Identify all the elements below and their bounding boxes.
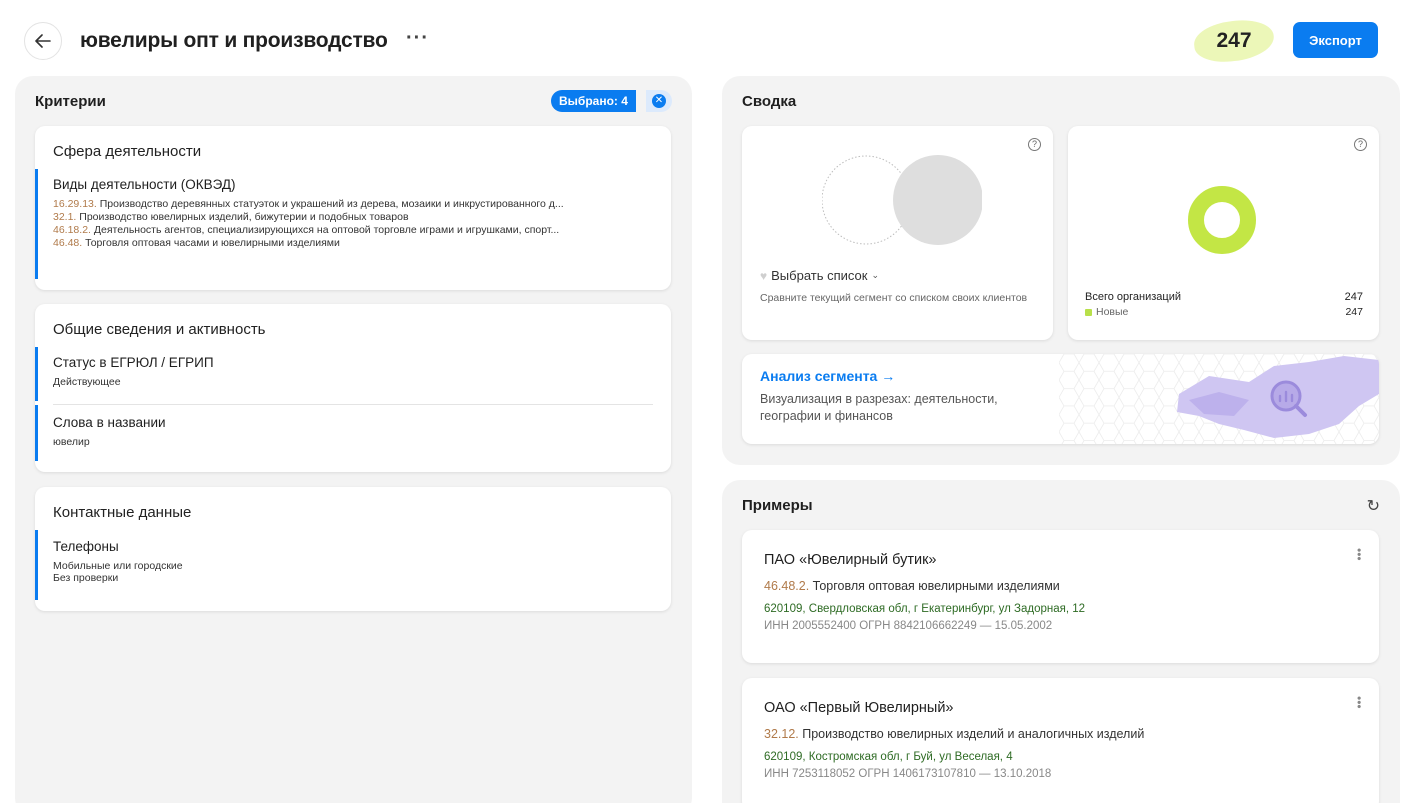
criteria-card-contacts[interactable]: Контактные данные Телефоны Мобильные или… bbox=[35, 487, 671, 611]
export-button[interactable]: Экспорт bbox=[1293, 22, 1378, 58]
company-okved: 46.48.2. Торговля оптовая ювелирными изд… bbox=[764, 579, 1060, 593]
new-orgs-label: Новые bbox=[1085, 306, 1128, 318]
total-orgs-card: ? Всего организаций 247 Новые 247 bbox=[1068, 126, 1379, 340]
okved-line: 16.29.13. Производство деревянных статуэ… bbox=[53, 198, 564, 210]
summary-panel: Сводка ? ♥ Выбрать список ⌄ Сравните тек… bbox=[722, 76, 1400, 465]
arrow-left-icon bbox=[35, 34, 51, 48]
section-title: Виды деятельности (ОКВЭД) bbox=[53, 177, 236, 192]
result-count: 247 bbox=[1216, 29, 1252, 52]
heart-icon: ♥ bbox=[760, 268, 768, 283]
card-title: Контактные данные bbox=[53, 504, 192, 521]
donut-chart bbox=[1188, 186, 1256, 254]
okved-line: 46.48. Торговля оптовая часами и ювелирн… bbox=[53, 237, 340, 249]
legend-swatch bbox=[1085, 308, 1092, 316]
chevron-down-icon: ⌄ bbox=[871, 270, 880, 280]
okved-line: 32.1. Производство ювелирных изделий, би… bbox=[53, 211, 409, 223]
clear-selection-button[interactable]: ✕ bbox=[646, 90, 672, 112]
new-orgs-value: 247 bbox=[1345, 306, 1363, 318]
okved-line: 46.18.2. Деятельность агентов, специализ… bbox=[53, 224, 560, 236]
section-value: ювелир bbox=[53, 436, 90, 448]
okved-section[interactable]: Виды деятельности (ОКВЭД) 16.29.13. Прои… bbox=[35, 169, 655, 279]
back-button[interactable] bbox=[24, 22, 62, 60]
company-ids: ИНН 7253118052 ОГРН 1406173107810 — 13.1… bbox=[764, 768, 1052, 780]
total-orgs-value: 247 bbox=[1344, 291, 1363, 303]
card-title: Общие сведения и активность bbox=[53, 321, 266, 338]
company-okved: 32.12. Производство ювелирных изделий и … bbox=[764, 727, 1145, 741]
company-address: 620109, Свердловская обл, г Екатеринбург… bbox=[764, 603, 1086, 615]
examples-title: Примеры bbox=[742, 497, 813, 514]
segment-analysis-description: Визуализация в разрезах: деятельности, г… bbox=[760, 392, 998, 423]
examples-panel: Примеры ↻ ПАО «Ювелирный бутик» ••• 46.4… bbox=[722, 480, 1400, 803]
criteria-panel: Критерии Выбрано: 4 ✕ Сфера деятельности… bbox=[15, 76, 692, 803]
header: ювелиры опт и производство ··· 247 Экспо… bbox=[0, 0, 1418, 76]
criteria-card-activity[interactable]: Сфера деятельности Виды деятельности (ОК… bbox=[35, 126, 671, 290]
criteria-card-general[interactable]: Общие сведения и активность Статус в ЕГР… bbox=[35, 304, 671, 472]
section-title: Слова в названии bbox=[53, 415, 166, 430]
company-address: 620109, Костромская обл, г Буй, ул Весел… bbox=[764, 751, 1013, 763]
help-icon[interactable]: ? bbox=[1028, 138, 1041, 151]
section-value: Без проверки bbox=[53, 572, 119, 584]
section-value: Мобильные или городские bbox=[53, 560, 183, 572]
refresh-icon[interactable]: ↻ bbox=[1367, 496, 1380, 516]
choose-list-dropdown[interactable]: ♥ Выбрать список ⌄ bbox=[760, 268, 879, 283]
compare-list-card: ? ♥ Выбрать список ⌄ Сравните текущий се… bbox=[742, 126, 1053, 340]
segment-analysis-card[interactable]: Анализ сегмента → Визуализация в разреза… bbox=[742, 354, 1379, 444]
venn-diagram bbox=[822, 155, 982, 245]
more-vertical-icon[interactable]: ••• bbox=[1352, 548, 1366, 561]
name-words-section[interactable]: Слова в названии ювелир bbox=[35, 405, 655, 461]
phones-section[interactable]: Телефоны Мобильные или городские Без про… bbox=[35, 530, 655, 600]
choose-list-description: Сравните текущий сегмент со списком свои… bbox=[760, 292, 1028, 304]
example-card[interactable]: ПАО «Ювелирный бутик» ••• 46.48.2. Торго… bbox=[742, 530, 1379, 663]
page-title: ювелиры опт и производство bbox=[80, 29, 388, 52]
result-count-badge: 247 bbox=[1188, 16, 1280, 66]
more-options-button[interactable]: ··· bbox=[406, 28, 429, 48]
status-section[interactable]: Статус в ЕГРЮЛ / ЕГРИП Действующее bbox=[35, 347, 655, 401]
total-orgs-label: Всего организаций bbox=[1085, 291, 1181, 303]
selected-count-badge[interactable]: Выбрано: 4 bbox=[551, 90, 636, 112]
segment-analysis-link[interactable]: Анализ сегмента → bbox=[760, 368, 895, 384]
help-icon[interactable]: ? bbox=[1354, 138, 1367, 151]
summary-title: Сводка bbox=[742, 93, 797, 110]
company-name[interactable]: ОАО «Первый Ювелирный» bbox=[764, 700, 953, 716]
section-title: Статус в ЕГРЮЛ / ЕГРИП bbox=[53, 355, 214, 370]
card-title: Сфера деятельности bbox=[53, 143, 202, 160]
russia-map-illustration bbox=[1059, 354, 1379, 444]
more-vertical-icon[interactable]: ••• bbox=[1352, 696, 1366, 709]
close-icon: ✕ bbox=[652, 94, 666, 108]
criteria-title: Критерии bbox=[35, 93, 106, 110]
choose-list-label: Выбрать список bbox=[771, 268, 868, 283]
section-value: Действующее bbox=[53, 376, 121, 388]
company-ids: ИНН 2005552400 ОГРН 8842106662249 — 15.0… bbox=[764, 620, 1053, 632]
example-card[interactable]: ОАО «Первый Ювелирный» ••• 32.12. Произв… bbox=[742, 678, 1379, 803]
company-name[interactable]: ПАО «Ювелирный бутик» bbox=[764, 552, 937, 568]
section-title: Телефоны bbox=[53, 539, 119, 554]
